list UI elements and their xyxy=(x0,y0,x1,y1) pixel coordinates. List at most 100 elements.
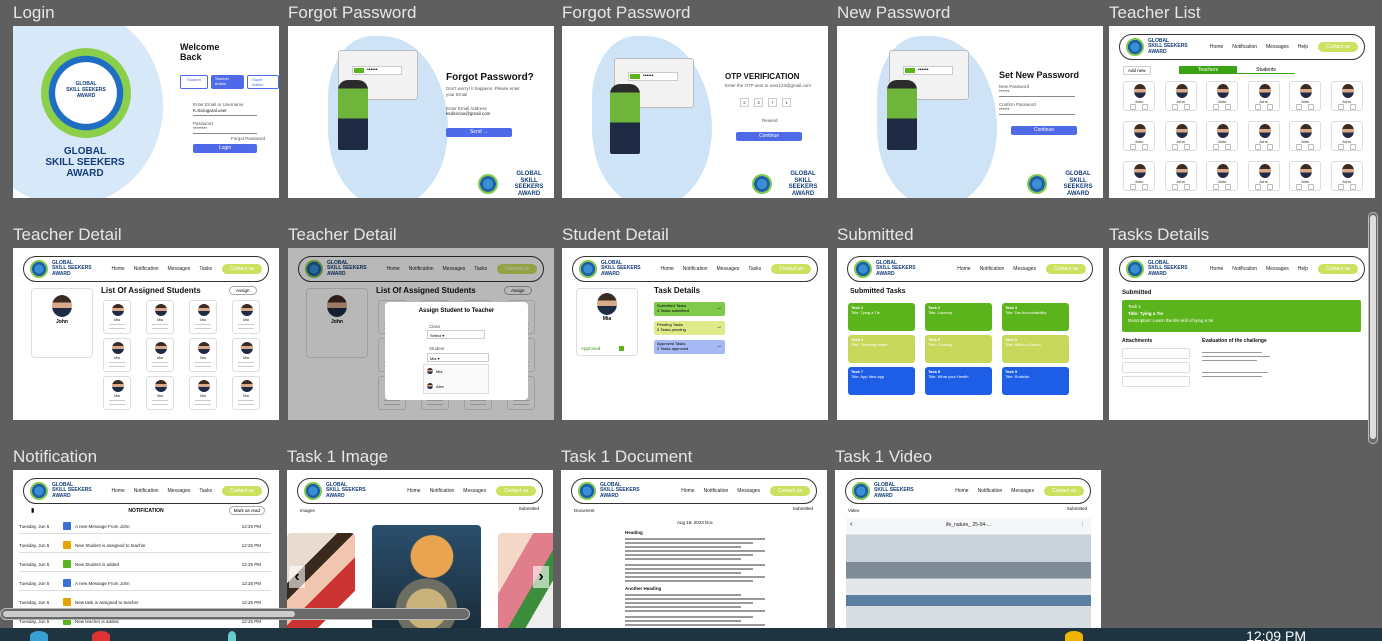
vertical-scrollbar[interactable] xyxy=(1368,212,1378,444)
delete-icon[interactable] xyxy=(1171,184,1178,190)
nav-home[interactable]: Home xyxy=(111,488,124,494)
pass-input[interactable]: ******** xyxy=(193,126,257,134)
contact-button[interactable]: Contact us xyxy=(770,486,810,496)
nav-notification[interactable]: Notification xyxy=(134,266,159,272)
otp-digit[interactable]: 2 xyxy=(740,98,749,107)
teacher-card[interactable]: John xyxy=(1247,81,1280,111)
newpass-input2[interactable]: ****** xyxy=(999,107,1075,115)
nav-notification[interactable]: Notification xyxy=(978,488,1003,494)
contact-button[interactable]: Contact us xyxy=(1044,486,1084,496)
student-card[interactable]: Mia xyxy=(146,300,174,334)
forgot-link[interactable]: Forgot Password xyxy=(231,136,265,142)
teacher-card[interactable]: John xyxy=(1289,81,1321,111)
delete-icon[interactable] xyxy=(1130,104,1136,110)
student-card[interactable]: Mia xyxy=(146,338,174,372)
delete-icon[interactable] xyxy=(1254,184,1261,190)
delete-icon[interactable] xyxy=(1213,144,1219,150)
user-input[interactable]: K.Sarugaral.user xyxy=(193,108,257,116)
student-card[interactable]: Mia xyxy=(103,300,131,334)
teacher-card[interactable]: John xyxy=(1206,121,1238,151)
student-card[interactable]: Mia xyxy=(189,338,217,372)
email-input[interactable]: ksdirecao@gmail.com xyxy=(446,111,526,119)
frame-tasks-details[interactable]: GLOBAL SKILL SEEKERS AWARD Home Notificatio… xyxy=(1109,248,1375,420)
contact-button[interactable]: Contact us xyxy=(1046,264,1086,274)
nav-home[interactable]: Home xyxy=(660,266,673,272)
frame-forgot[interactable]: •••••• Forgot Password? Don't worry! It … xyxy=(288,26,554,198)
task-tile[interactable]: Task 8 Title: What your Health xyxy=(925,367,992,395)
edit-icon[interactable] xyxy=(1349,144,1356,150)
teacher-card[interactable]: John xyxy=(1330,161,1363,191)
delete-icon[interactable] xyxy=(1130,144,1136,150)
student-card[interactable]: Mia xyxy=(232,376,260,410)
frame-teacher-detail[interactable]: GLOBAL SKILL SEEKERS AWARD Home Notificatio… xyxy=(13,248,279,420)
teacher-card[interactable]: John xyxy=(1123,161,1155,191)
nav-messages[interactable]: Messages xyxy=(1266,266,1289,272)
edit-icon[interactable] xyxy=(1266,144,1273,150)
contact-button[interactable]: Contact us xyxy=(222,486,262,496)
delete-icon[interactable] xyxy=(1130,184,1136,190)
nav-home[interactable]: Home xyxy=(111,266,124,272)
student-select[interactable]: Mia ▾ xyxy=(427,353,489,362)
approved-tasks-item[interactable]: Approved Tasks 2 Tasks approved → xyxy=(654,340,725,354)
delete-icon[interactable] xyxy=(1254,144,1261,150)
nav-home[interactable]: Home xyxy=(407,488,420,494)
attachment-video[interactable] xyxy=(1122,362,1190,373)
nav-messages[interactable]: Messages xyxy=(168,266,191,272)
nav-notification[interactable]: Notification xyxy=(134,488,159,494)
scroll-thumb[interactable] xyxy=(1370,215,1376,439)
tab-teachers[interactable]: Teachers xyxy=(1179,66,1237,74)
contact-button[interactable]: Contact us xyxy=(222,264,262,274)
edit-icon[interactable] xyxy=(1142,144,1148,150)
nav-tasks[interactable]: Tasks xyxy=(199,488,212,494)
mark-read-button[interactable]: Mark as read xyxy=(228,506,265,515)
frame-newpass[interactable]: •••••• Set New Password New Password ***… xyxy=(837,26,1103,198)
task-tile[interactable]: Task 1 Title: Tying a Tie xyxy=(848,303,915,331)
taskbar-app-icon[interactable] xyxy=(228,631,236,641)
delete-icon[interactable] xyxy=(1171,104,1178,110)
attachment-image[interactable] xyxy=(1122,348,1190,359)
task-tile[interactable]: Task 7 Title: App Idea app xyxy=(848,367,915,395)
contact-button[interactable]: Contact us xyxy=(497,264,537,274)
task-tile[interactable]: Task 4 Title: Trending Water xyxy=(848,335,915,363)
nav-notification[interactable]: Notification xyxy=(430,488,455,494)
edit-icon[interactable] xyxy=(1349,104,1356,110)
frame-notification[interactable]: GLOBAL SKILL SEEKERS AWARD Home Notificatio… xyxy=(13,470,279,628)
teacher-card[interactable]: John xyxy=(1247,121,1280,151)
tab-teacher[interactable]: Teacher Admin xyxy=(210,75,245,89)
resend-link[interactable]: Resend xyxy=(762,118,778,124)
carousel-prev-icon[interactable]: ‹ xyxy=(289,566,305,588)
nav-notification[interactable]: Notification xyxy=(980,266,1005,272)
teacher-card[interactable]: John xyxy=(1330,121,1363,151)
delete-icon[interactable] xyxy=(1296,144,1302,150)
nav-tasks[interactable]: Tasks xyxy=(748,266,761,272)
student-card[interactable]: Mia xyxy=(232,338,260,372)
task-tile[interactable]: Task 9 Title: Rubbish xyxy=(1002,367,1069,395)
frame-task-video[interactable]: GLOBAL SKILL SEEKERS AWARD Home Notificatio… xyxy=(835,470,1101,628)
student-card[interactable]: Mia xyxy=(189,376,217,410)
frame-teacher-list[interactable]: GLOBAL SKILL SEEKERS AWARD Home Notificatio… xyxy=(1109,26,1375,198)
delete-icon[interactable] xyxy=(1171,144,1178,150)
class-select[interactable]: Select ▾ xyxy=(427,330,485,339)
edit-icon[interactable] xyxy=(1349,184,1356,190)
task-tile[interactable]: Task 3 Title: Tax Accountability xyxy=(1002,303,1069,331)
nav-tasks[interactable]: Tasks xyxy=(199,266,212,272)
nav-notification[interactable]: Notification xyxy=(1232,44,1257,50)
edit-icon[interactable] xyxy=(1183,104,1190,110)
newpass-continue-button[interactable]: Continue xyxy=(1011,126,1077,135)
nav-messages[interactable]: Messages xyxy=(463,488,486,494)
nav-messages[interactable]: Messages xyxy=(168,488,191,494)
nav-help[interactable]: Help xyxy=(1298,266,1308,272)
nav-notification[interactable]: Notification xyxy=(704,488,729,494)
frame-submitted[interactable]: GLOBAL SKILL SEEKERS AWARD Home Notificatio… xyxy=(837,248,1103,420)
notification-row[interactable]: Tuesday, Jun 5 New Student is assigned to… xyxy=(19,539,271,553)
otp-digit[interactable]: 3 xyxy=(754,98,763,107)
teacher-card[interactable]: John xyxy=(1330,81,1363,111)
carousel-next-icon[interactable]: › xyxy=(533,566,549,588)
delete-icon[interactable] xyxy=(1337,144,1344,150)
nav-messages[interactable]: Messages xyxy=(1266,44,1289,50)
edit-icon[interactable] xyxy=(1225,104,1231,110)
nav-home[interactable]: Home xyxy=(955,488,968,494)
taskbar-app-icon[interactable] xyxy=(1065,631,1083,641)
newpass-input1[interactable]: ****** xyxy=(999,89,1075,97)
teacher-card[interactable]: John xyxy=(1164,121,1197,151)
